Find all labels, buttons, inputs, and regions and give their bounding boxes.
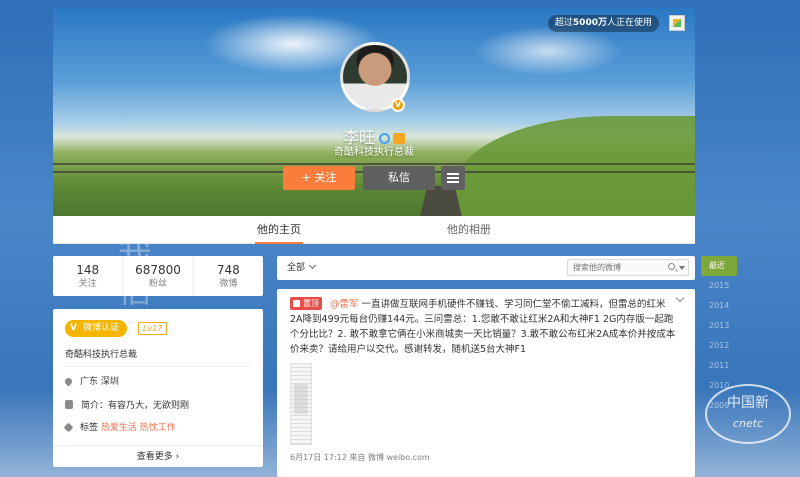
level-badge[interactable]: Lv17 — [138, 322, 168, 335]
year-item-2015[interactable]: 2015 — [701, 276, 741, 296]
location-text: 广东 深圳 — [80, 377, 119, 387]
filter-label: 全部 — [287, 263, 306, 273]
site-watermark-logo: 中国新 cnetc — [705, 384, 791, 444]
stat-value: 687800 — [135, 263, 181, 277]
search-icon[interactable] — [668, 263, 675, 270]
post-text: @雷军 一直讲做互联网手机硬件不赚钱、学习同仁堂不偷工减料，但雷总的红米2A降到… — [290, 297, 676, 357]
year-item-2011[interactable]: 2011 — [701, 356, 741, 376]
chevron-down-icon — [308, 261, 317, 270]
feed-filter-dropdown[interactable]: 全部 — [287, 256, 317, 280]
tab-album[interactable]: 他的相册 — [445, 216, 493, 244]
tags-row: 标签 热爱生活 热忱工作 — [63, 422, 176, 434]
chevron-right-icon: › — [175, 452, 180, 462]
stat-value: 148 — [76, 263, 100, 277]
message-button[interactable]: 私信 — [363, 166, 435, 190]
mention-link[interactable]: @雷军 — [330, 299, 359, 310]
menu-line — [447, 177, 459, 179]
more-menu-button[interactable] — [441, 166, 465, 190]
location-icon — [63, 376, 74, 387]
users-count-badge: 超过5000万人正在使用 — [547, 15, 659, 32]
post-options-chevron-icon[interactable] — [675, 293, 685, 303]
bio-icon — [65, 400, 73, 409]
year-item-2014[interactable]: 2014 — [701, 296, 741, 316]
stats-card: 148 关注 687800 粉丝 748 微博 — [53, 256, 263, 296]
post-image-thumbnail[interactable] — [290, 363, 312, 445]
see-more-label: 查看更多 — [136, 452, 173, 462]
year-item-2012[interactable]: 2012 — [701, 336, 741, 356]
tags-link[interactable]: 热爱生活 热忱工作 — [101, 423, 176, 433]
tab-home[interactable]: 他的主页 — [255, 216, 303, 244]
users-badge-count: 5000万 — [572, 18, 607, 28]
profile-title: 奇酷科技执行总裁 — [334, 147, 414, 158]
feed-filter-bar: 全部 — [277, 256, 695, 280]
users-badge-prefix: 超过 — [554, 18, 573, 28]
profile-tabs: 他的主页 他的相册 — [53, 216, 695, 244]
year-item-2013[interactable]: 2013 — [701, 316, 741, 336]
post-meta[interactable]: 6月17日 17:12 来自 微博 weibo.com — [290, 452, 430, 463]
stat-label: 关注 — [78, 279, 97, 289]
weibo-auth-badge[interactable]: 微博认证 — [65, 320, 128, 337]
location-row: 广东 深圳 — [63, 376, 119, 388]
menu-line — [447, 173, 459, 175]
see-more-button[interactable]: 查看更多 › — [53, 445, 263, 467]
follow-button[interactable]: + 关注 — [283, 166, 355, 190]
watermark-line2: cnetc — [732, 417, 764, 430]
year-item-recent[interactable]: 最近 — [701, 256, 737, 276]
stat-posts[interactable]: 748 微博 — [194, 256, 263, 296]
tag-icon — [63, 422, 74, 433]
tags-label: 标签 — [80, 423, 99, 433]
watermark-line1: 中国新 — [727, 395, 769, 411]
users-badge-suffix: 人正在使用 — [606, 18, 652, 28]
auth-description: 奇酷科技执行总裁 — [65, 350, 138, 360]
cover-cloud — [473, 26, 623, 76]
search-dropdown-icon[interactable] — [679, 266, 685, 270]
stat-label: 微博 — [219, 279, 238, 289]
stat-following[interactable]: 148 关注 — [53, 256, 124, 296]
stat-followers[interactable]: 687800 粉丝 — [123, 256, 194, 296]
stat-label: 粉丝 — [148, 279, 167, 289]
bio-text: 简介：有容乃大，无欲则刚 — [81, 401, 190, 411]
profile-cover: 超过5000万人正在使用 V 李旺 奇酷科技执行总裁 + 关注 私信 — [53, 8, 695, 216]
bio-row: 简介：有容乃大，无欲则刚 — [65, 400, 189, 412]
divider — [65, 366, 251, 367]
verified-badge-icon: V — [391, 98, 405, 112]
cover-template-icon[interactable] — [669, 15, 685, 31]
menu-line — [447, 181, 459, 183]
pinned-post: 置顶 @雷军 一直讲做互联网手机硬件不赚钱、学习同仁堂不偷工减料，但雷总的红米2… — [277, 289, 695, 477]
profile-info-card: 微博认证 Lv17 奇酷科技执行总裁 广东 深圳 简介：有容乃大，无欲则刚 标签… — [53, 309, 263, 467]
stat-value: 748 — [216, 263, 240, 277]
